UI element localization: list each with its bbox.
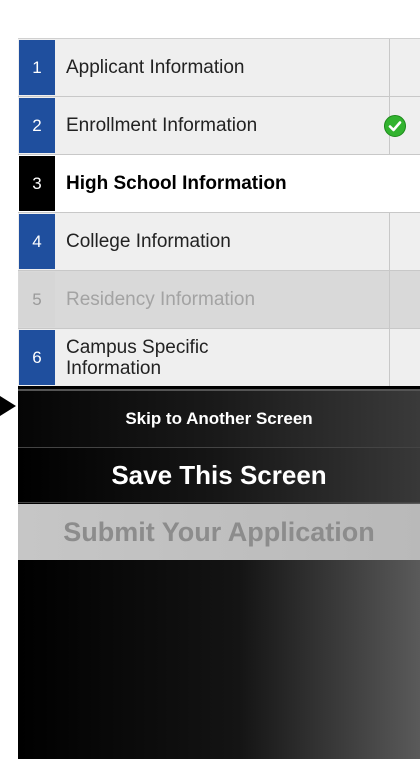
step-status [390,155,420,212]
save-this-screen-button[interactable]: Save This Screen [18,447,420,503]
step-label: College Information [66,231,231,252]
step-status [389,39,420,96]
step-item-campus-specific-information[interactable]: 6 Campus Specific Information [18,328,420,386]
step-label: Enrollment Information [66,115,258,136]
submit-application-button: Submit Your Application [18,504,420,560]
step-number: 5 [19,272,55,327]
pointer-arrow-icon [0,396,16,416]
step-status [384,97,420,154]
step-number: 3 [19,156,55,211]
step-number: 6 [19,330,55,385]
step-item-college-information[interactable]: 4 College Information [18,212,420,270]
step-number: 2 [19,98,55,153]
step-list: 1 Applicant Information 2 Enrollment Inf… [18,38,420,386]
step-number: 4 [19,214,55,269]
step-item-enrollment-information[interactable]: 2 Enrollment Information [18,96,420,154]
checkmark-icon [384,114,406,137]
skip-to-another-screen-button[interactable]: Skip to Another Screen [18,389,420,447]
step-item-applicant-information[interactable]: 1 Applicant Information [18,38,420,96]
step-number: 1 [19,40,55,95]
step-status [389,271,420,328]
step-item-high-school-information[interactable]: 3 High School Information [18,154,420,212]
step-label: Applicant Information [66,57,245,78]
step-item-residency-information: 5 Residency Information [18,270,420,328]
step-label: Campus Specific Information [66,336,209,379]
action-area: Skip to Another Screen Save This Screen … [18,389,420,759]
step-label: High School Information [66,173,287,194]
step-label: Residency Information [66,289,256,310]
step-status [389,329,420,386]
application-nav-panel: 1 Applicant Information 2 Enrollment Inf… [18,38,420,759]
step-status [389,213,420,270]
